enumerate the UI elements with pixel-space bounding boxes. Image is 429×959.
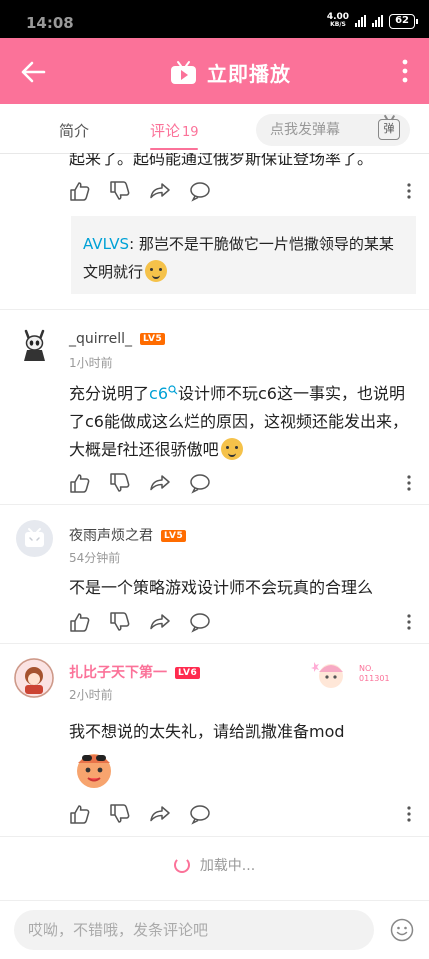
level-badge: LV5 (140, 333, 166, 345)
comment-actions (69, 611, 414, 635)
back-arrow-icon[interactable] (18, 57, 48, 87)
comment-username[interactable]: _quirrell_ LV5 (69, 331, 166, 347)
tab-comments-label: 评论 (150, 122, 181, 140)
net-speed-unit: KB/S (330, 21, 346, 28)
doge-emoji-icon (145, 260, 168, 282)
hollow-knight-avatar-icon (24, 329, 45, 361)
divider (0, 836, 429, 837)
reply-preview[interactable]: AVLVS: 那岂不是干脆做它一片恺撒领导的某某文明就行 (71, 216, 416, 294)
tab-comments[interactable]: 评论 19 (150, 120, 199, 141)
top-bar: 立即播放 (0, 38, 429, 104)
comment-actions (69, 803, 414, 827)
sticker-emoji-icon (77, 754, 111, 788)
net-speed: 4.00 KB/S (327, 13, 349, 29)
emoji-picker-icon[interactable] (390, 918, 414, 942)
share-icon[interactable] (149, 472, 171, 494)
reply-icon[interactable] (189, 180, 211, 202)
share-icon[interactable] (149, 180, 171, 202)
reply-icon[interactable] (189, 803, 211, 825)
divider (0, 309, 429, 310)
more-options-icon[interactable] (404, 805, 414, 823)
divider (0, 504, 429, 505)
cell-signal-icon (372, 15, 384, 27)
dislike-icon[interactable] (109, 611, 131, 633)
play-now-button[interactable]: 立即播放 (170, 58, 291, 87)
dislike-icon[interactable] (109, 803, 131, 825)
comment-time: 1小时前 (69, 356, 113, 370)
username-text: 扎比子天下第一 (69, 665, 167, 681)
anime-badge-icon (311, 662, 343, 688)
badge-number: 011301 (359, 674, 390, 683)
comment-compose-bar: 哎呦，不错哦，发条评论吧 (0, 900, 429, 959)
status-bar: 14:08 4.00 KB/S 62 (0, 0, 429, 38)
like-icon[interactable] (69, 611, 91, 633)
comment-text-part: 充分说明了 (69, 384, 150, 403)
reply-icon[interactable] (189, 611, 211, 633)
like-icon[interactable] (69, 472, 91, 494)
wifi-signal-icon (355, 15, 367, 27)
username-text: 夜雨声烦之君 (69, 528, 153, 544)
comment-actions (69, 180, 414, 204)
tv-play-icon (171, 61, 196, 84)
more-options-icon[interactable] (404, 613, 414, 631)
comment-time: 2小时前 (69, 688, 113, 702)
comment-input[interactable]: 哎呦，不错哦，发条评论吧 (14, 910, 374, 950)
comment-count: 19 (182, 125, 199, 140)
more-vertical-icon[interactable] (395, 58, 415, 84)
comment-text: 我不想说的太失礼，请给凯撒准备mod (69, 722, 345, 741)
comment-actions (69, 472, 414, 496)
search-link[interactable]: c6 (149, 384, 178, 403)
username-text: _quirrell_ (69, 331, 132, 347)
reply-text: : 那岂不是干脆做它一片恺撒领导的某某文明就行 (83, 235, 394, 281)
search-icon (168, 385, 178, 395)
dislike-icon[interactable] (109, 472, 131, 494)
level-badge: LV6 (175, 667, 201, 679)
loading-label: 加载中... (199, 858, 256, 874)
search-link-text: c6 (149, 384, 168, 403)
status-time: 14:08 (26, 14, 74, 32)
share-icon[interactable] (149, 803, 171, 825)
like-icon[interactable] (69, 180, 91, 202)
comment-username[interactable]: 夜雨声烦之君 LV5 (69, 525, 187, 545)
like-icon[interactable] (69, 803, 91, 825)
active-tab-indicator (150, 148, 198, 150)
badge-no-label: NO. (359, 664, 374, 673)
tab-intro[interactable]: 简介 (59, 120, 89, 141)
dislike-icon[interactable] (109, 180, 131, 202)
more-options-icon[interactable] (404, 474, 414, 492)
avatar[interactable] (16, 327, 53, 364)
play-now-label: 立即播放 (207, 62, 291, 86)
reply-icon[interactable] (189, 472, 211, 494)
comment-text: 充分说明了c6 设计师不玩c6这一事实，也说明了c6能做成这么烂的原因，这视频还能… (69, 380, 419, 464)
tab-bar: 简介 评论 19 点我发弹幕 弹 (0, 104, 429, 154)
reply-username[interactable]: AVLVS (83, 235, 129, 253)
more-options-icon[interactable] (404, 182, 414, 200)
share-icon[interactable] (149, 611, 171, 633)
danmaku-toggle-button[interactable]: 弹 (368, 114, 410, 146)
divider (0, 643, 429, 644)
loading-indicator: 加载中... (0, 855, 429, 875)
net-speed-value: 4.00 (326, 12, 350, 22)
level-badge: LV5 (161, 530, 187, 542)
doge-emoji-icon (220, 438, 243, 460)
danmaku-icon: 弹 (378, 119, 400, 140)
fan-badge[interactable]: NO. 011301 (311, 656, 411, 694)
comment-text: 不是一个策略游戏设计师不会玩真的合理么 (69, 578, 374, 597)
anime-avatar-icon (14, 658, 54, 698)
comment-username[interactable]: 扎比子天下第一 LV6 (69, 662, 201, 682)
comment-time: 54分钟前 (69, 551, 121, 565)
danmaku-input[interactable]: 点我发弹幕 (256, 114, 368, 146)
avatar[interactable] (16, 520, 53, 557)
status-icons: 4.00 KB/S 62 (327, 13, 418, 29)
battery-icon: 62 (389, 13, 418, 29)
avatar[interactable] (14, 658, 54, 698)
default-tv-avatar-icon (25, 528, 44, 547)
loading-spinner-icon (173, 857, 190, 873)
